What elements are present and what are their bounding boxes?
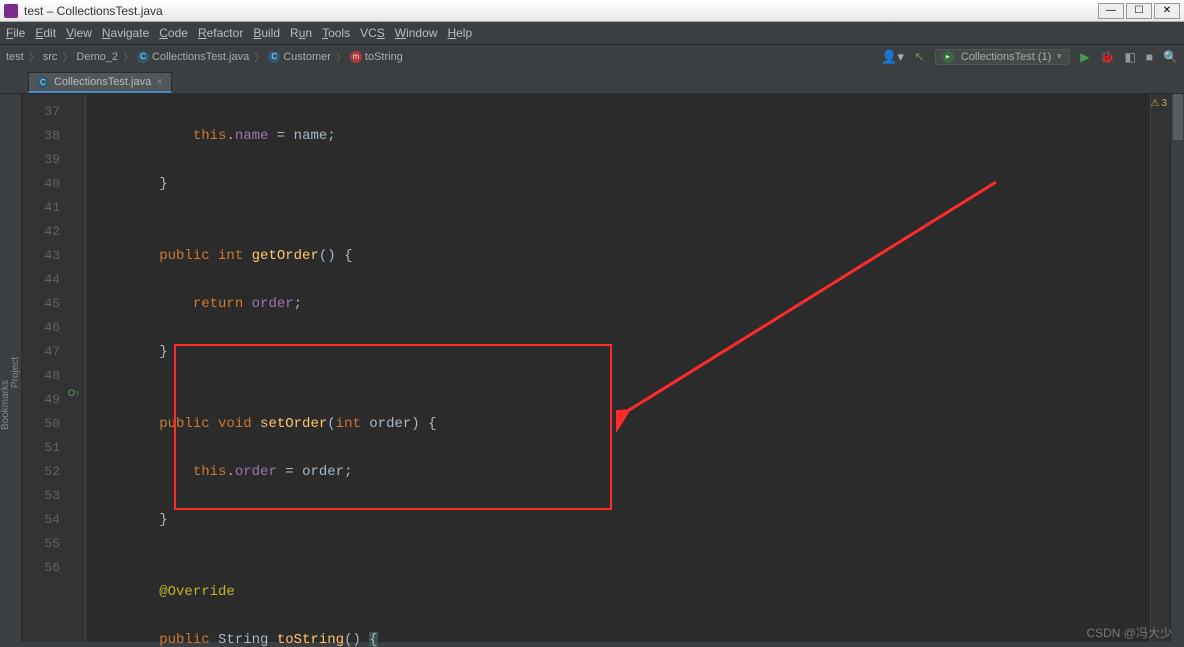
code-editor[interactable]: 3738394041424344454647484950515253545556… [22, 94, 1184, 642]
left-tool-strip: Project [0, 94, 22, 642]
menu-file[interactable]: File [6, 26, 25, 40]
vertical-scrollbar[interactable] [1170, 94, 1184, 642]
scrollbar-thumb[interactable] [1173, 94, 1183, 140]
line-numbers: 3738394041424344454647484950515253545556 [22, 94, 66, 642]
window-title: test – CollectionsTest.java [24, 4, 163, 18]
navigation-bar: test〉 src〉 Demo_2〉 CCollectionsTest.java… [0, 44, 1184, 68]
bookmarks-tab[interactable]: Bookmarks [0, 380, 11, 430]
run-config-select[interactable]: ▸CollectionsTest (1)▼ [935, 49, 1070, 65]
build-icon[interactable]: ↖ [914, 49, 925, 65]
minimize-button[interactable]: — [1098, 3, 1124, 19]
menu-navigate[interactable]: Navigate [102, 26, 149, 40]
gutter-icons: O↑ [66, 94, 86, 642]
breadcrumb-class[interactable]: CCustomer [268, 51, 331, 63]
menu-bar: File Edit View Navigate Code Refactor Bu… [0, 22, 1184, 44]
menu-help[interactable]: Help [447, 26, 472, 40]
override-icon[interactable]: O↑ [68, 388, 80, 398]
maximize-button[interactable]: ☐ [1126, 3, 1152, 19]
breadcrumb-src[interactable]: src [43, 51, 58, 63]
code-area[interactable]: this.name = name; } public int getOrder(… [86, 94, 1150, 642]
menu-edit[interactable]: Edit [35, 26, 56, 40]
breadcrumb-method[interactable]: mtoString [350, 51, 403, 63]
menu-vcs[interactable]: VCS [360, 26, 385, 40]
menu-view[interactable]: View [66, 26, 92, 40]
project-tab[interactable]: Project [10, 357, 21, 388]
tab-label: CollectionsTest.java [54, 76, 151, 88]
menu-code[interactable]: Code [159, 26, 188, 40]
menu-window[interactable]: Window [395, 26, 438, 40]
breadcrumb-demo2[interactable]: Demo_2 [76, 51, 118, 63]
breadcrumb-file[interactable]: CCollectionsTest.java [137, 51, 249, 63]
breadcrumb-test[interactable]: test [6, 51, 24, 63]
search-button[interactable]: 🔍 [1163, 50, 1178, 64]
close-button[interactable]: ✕ [1154, 3, 1180, 19]
menu-run[interactable]: Run [290, 26, 312, 40]
menu-tools[interactable]: Tools [322, 26, 350, 40]
menu-refactor[interactable]: Refactor [198, 26, 243, 40]
java-class-icon: C [37, 76, 49, 88]
coverage-button[interactable]: ◧ [1124, 50, 1135, 64]
intellij-icon [4, 4, 18, 18]
warning-indicator[interactable]: ⚠3 [1150, 98, 1167, 109]
close-icon[interactable]: × [156, 76, 162, 88]
debug-button[interactable]: 🐞 [1100, 50, 1115, 64]
window-titlebar: test – CollectionsTest.java — ☐ ✕ [0, 0, 1184, 22]
editor-tabs: C CollectionsTest.java × [0, 68, 1184, 94]
tab-collectionstest[interactable]: C CollectionsTest.java × [28, 72, 172, 93]
menu-build[interactable]: Build [253, 26, 280, 40]
editor-error-stripe[interactable]: ⚠3 [1150, 94, 1170, 642]
user-icon[interactable]: 👤▾ [881, 49, 904, 65]
stop-button[interactable]: ■ [1146, 50, 1153, 64]
run-button[interactable]: ▶ [1080, 50, 1089, 64]
